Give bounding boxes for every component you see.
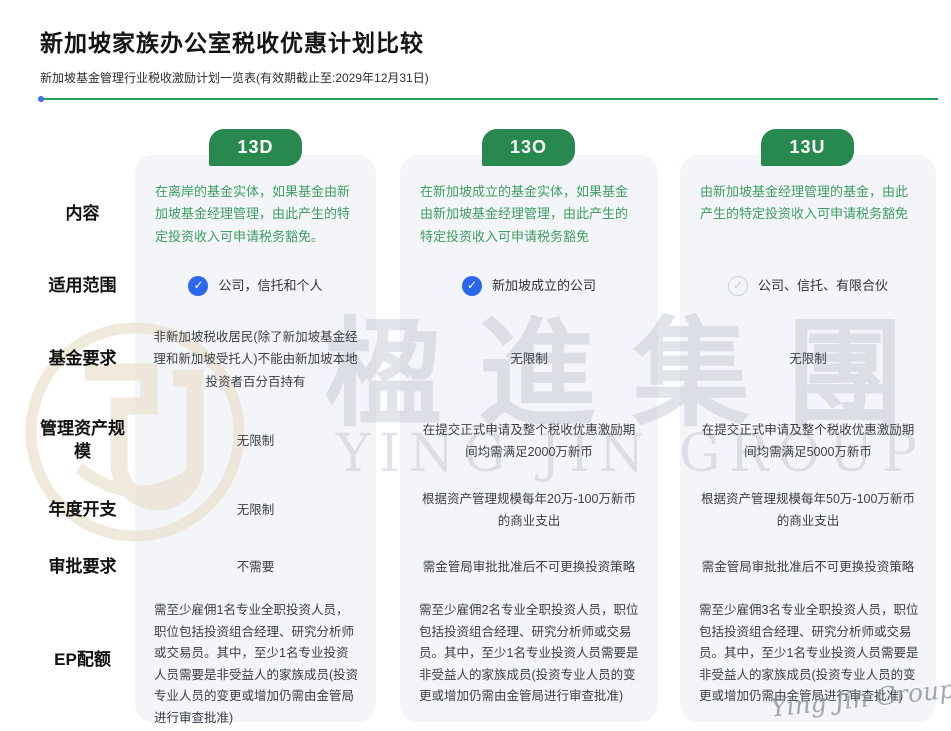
row-label-aum: 管理资产规模 bbox=[30, 407, 135, 475]
divider-dot bbox=[38, 96, 44, 102]
cell-content-13d: 在离岸的基金实体，如果基金由新加坡基金经理管理，由此产生的特定投资收入可申请税务… bbox=[135, 168, 376, 260]
page-title: 新加坡家族办公室税收优惠计划比较 bbox=[40, 24, 940, 58]
comparison-table: 内容 在离岸的基金实体，如果基金由新加坡基金经理管理，由此产生的特定投资收入可申… bbox=[30, 168, 936, 730]
cell-fund-requirement-13d: 非新加坡税收居民(除了新加坡基金经理和新加坡受托人)不能由新加坡本地投资者百分百… bbox=[135, 312, 376, 407]
row-label-annual-expense: 年度开支 bbox=[30, 475, 135, 545]
check-outline-icon: ✓ bbox=[728, 276, 748, 296]
page-subtitle: 新加坡基金管理行业税收激励计划一览表(有效期截止至:2029年12月31日) bbox=[40, 69, 940, 86]
cell-ep-quota-13d: 需至少雇佣1名专业全职投资人员，职位包括投资组合经理、研究分析师或交易员。其中，… bbox=[135, 590, 376, 730]
cell-aum-13d: 无限制 bbox=[135, 407, 376, 475]
cell-ep-quota-13o: 需至少雇佣2名专业全职投资人员，职位包括投资组合经理、研究分析师或交易员。其中，… bbox=[400, 590, 658, 730]
scope-text: 公司、信托、有限合伙 bbox=[758, 278, 888, 295]
row-label-approval: 审批要求 bbox=[30, 545, 135, 590]
row-label-content: 内容 bbox=[30, 168, 135, 260]
cell-content-13o: 在新加坡成立的基金实体，如果基金由新加坡基金经理管理，由此产生的特定投资收入可申… bbox=[400, 168, 658, 260]
row-label-scope: 适用范围 bbox=[30, 260, 135, 312]
row-label-fund-requirement: 基金要求 bbox=[30, 312, 135, 407]
cell-scope-13u: ✓ 公司、信托、有限合伙 bbox=[680, 260, 936, 312]
header: 新加坡家族办公室税收优惠计划比较 新加坡基金管理行业税收激励计划一览表(有效期截… bbox=[40, 24, 940, 100]
cell-approval-13o: 需金管局审批批准后不可更换投资策略 bbox=[400, 545, 658, 590]
cell-fund-requirement-13o: 无限制 bbox=[400, 312, 658, 407]
tab-13d: 13D bbox=[209, 129, 302, 166]
cell-annual-expense-13o: 根据资产管理规模每年20万-100万新币的商业支出 bbox=[400, 475, 658, 545]
scope-text: 新加坡成立的公司 bbox=[492, 278, 596, 295]
check-icon: ✓ bbox=[462, 276, 482, 296]
cell-approval-13u: 需金管局审批批准后不可更换投资策略 bbox=[680, 545, 936, 590]
cell-annual-expense-13u: 根据资产管理规模每年50万-100万新币的商业支出 bbox=[680, 475, 936, 545]
cell-fund-requirement-13u: 无限制 bbox=[680, 312, 936, 407]
comparison-infographic: 新加坡家族办公室税收优惠计划比较 新加坡基金管理行业税收激励计划一览表(有效期截… bbox=[0, 0, 951, 731]
cell-annual-expense-13d: 无限制 bbox=[135, 475, 376, 545]
cell-approval-13d: 不需要 bbox=[135, 545, 376, 590]
cell-scope-13d: ✓ 公司，信托和个人 bbox=[135, 260, 376, 312]
check-icon: ✓ bbox=[188, 276, 208, 296]
tab-13o: 13O bbox=[482, 129, 575, 166]
cell-aum-13u: 在提交正式申请及整个税收优惠激励期间均需满足5000万新币 bbox=[680, 407, 936, 475]
scope-text: 公司，信托和个人 bbox=[218, 278, 322, 295]
header-divider bbox=[40, 98, 938, 100]
cell-scope-13o: ✓ 新加坡成立的公司 bbox=[400, 260, 658, 312]
tab-13u: 13U bbox=[761, 129, 854, 166]
cell-content-13u: 由新加坡基金经理管理的基金，由此产生的特定投资收入可申请税务豁免 bbox=[680, 168, 936, 260]
row-label-ep-quota: EP配额 bbox=[30, 590, 135, 730]
cell-aum-13o: 在提交正式申请及整个税收优惠激励期间均需满足2000万新币 bbox=[400, 407, 658, 475]
